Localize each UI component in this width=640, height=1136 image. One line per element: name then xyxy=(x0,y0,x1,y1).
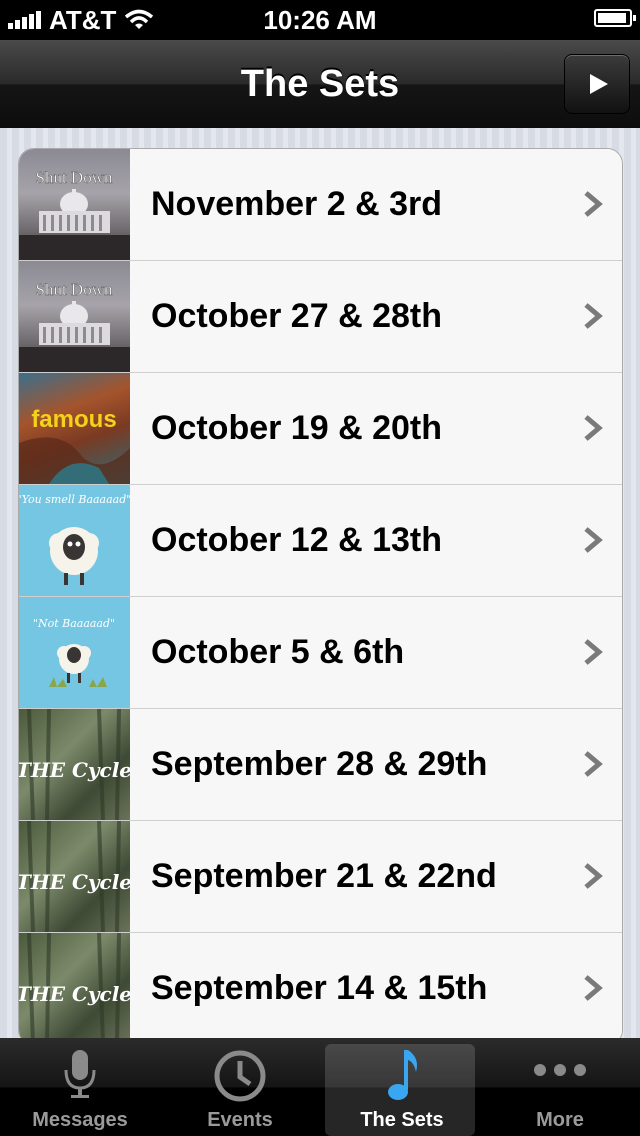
tab-messages[interactable]: Messages xyxy=(0,1038,160,1136)
tab-label: The Sets xyxy=(360,1109,444,1131)
play-button[interactable] xyxy=(564,54,630,114)
chevron-right-icon xyxy=(584,751,603,777)
chevron-right-icon xyxy=(584,863,603,889)
set-row[interactable]: THE Cycle September 28 & 29th xyxy=(19,709,622,821)
tab-more[interactable]: More xyxy=(480,1038,640,1136)
tab-label: Messages xyxy=(32,1109,128,1131)
chevron-right-icon xyxy=(584,975,603,1001)
sets-list-container[interactable]: Shut Down November 2 & 3rd Shut Down Oct… xyxy=(0,128,640,1038)
tab-the-sets[interactable]: The Sets xyxy=(322,1038,482,1136)
set-row[interactable]: "You smell Baaaaad" October 12 & 13th xyxy=(19,485,622,597)
chevron-right-icon xyxy=(584,639,603,665)
page-title: The Sets xyxy=(240,63,400,105)
set-row[interactable]: Shut Down November 2 & 3rd xyxy=(19,149,622,261)
artwork-text: "Not Baaaaad" xyxy=(33,617,115,630)
chevron-right-icon xyxy=(584,303,603,329)
set-artwork-cycle: THE Cycle xyxy=(19,709,130,820)
set-title: October 5 & 6th xyxy=(151,633,405,671)
tab-events[interactable]: Events xyxy=(160,1038,320,1136)
set-artwork-shutdown: Shut Down xyxy=(19,261,130,372)
set-row[interactable]: famous October 19 & 20th xyxy=(19,373,622,485)
set-artwork-cycle: THE Cycle xyxy=(19,821,130,932)
set-row[interactable]: Shut Down October 27 & 28th xyxy=(19,261,622,373)
artwork-text: THE Cycle xyxy=(19,870,130,894)
set-row[interactable]: THE Cycle September 21 & 22nd xyxy=(19,821,622,933)
set-artwork-famous: famous xyxy=(19,373,130,484)
sets-table: Shut Down November 2 & 3rd Shut Down Oct… xyxy=(18,148,623,1038)
artwork-text: famous xyxy=(31,406,116,433)
artwork-text: Shut Down xyxy=(36,168,113,187)
tab-label: More xyxy=(536,1109,584,1131)
set-title: October 27 & 28th xyxy=(151,297,442,335)
set-title: September 21 & 22nd xyxy=(151,857,497,895)
artwork-text: Shut Down xyxy=(36,280,113,299)
set-title: October 19 & 20th xyxy=(151,409,442,447)
set-artwork-sheep: "Not Baaaaad" xyxy=(19,597,130,708)
set-title: November 2 & 3rd xyxy=(151,185,442,223)
navigation-bar: The Sets xyxy=(0,40,640,129)
music-note-icon xyxy=(388,1050,417,1100)
status-bar: AT&T 10:26 AM xyxy=(0,0,640,40)
battery-icon xyxy=(594,9,636,27)
microphone-icon xyxy=(64,1050,96,1098)
set-title: September 28 & 29th xyxy=(151,745,488,783)
artwork-text: "You smell Baaaaad" xyxy=(19,493,130,506)
set-title: September 14 & 15th xyxy=(151,969,488,1007)
clock-icon xyxy=(214,1050,266,1102)
tab-label: Events xyxy=(207,1109,273,1131)
play-icon xyxy=(590,74,608,94)
tab-bar: Messages Events The Sets More xyxy=(0,1038,640,1136)
chevron-right-icon xyxy=(584,191,603,217)
set-artwork-shutdown: Shut Down xyxy=(19,149,130,260)
set-artwork-sheep: "You smell Baaaaad" xyxy=(19,485,130,596)
more-dots-icon xyxy=(534,1064,586,1076)
set-title: October 12 & 13th xyxy=(151,521,442,559)
artwork-text: THE Cycle xyxy=(19,758,130,782)
artwork-text: THE Cycle xyxy=(19,982,130,1006)
chevron-right-icon xyxy=(584,415,603,441)
chevron-right-icon xyxy=(584,527,603,553)
set-row[interactable]: "Not Baaaaad" October 5 & 6th xyxy=(19,597,622,709)
status-time: 10:26 AM xyxy=(263,5,377,35)
set-artwork-cycle: THE Cycle xyxy=(19,933,130,1038)
set-row[interactable]: THE Cycle September 14 & 15th xyxy=(19,933,622,1038)
